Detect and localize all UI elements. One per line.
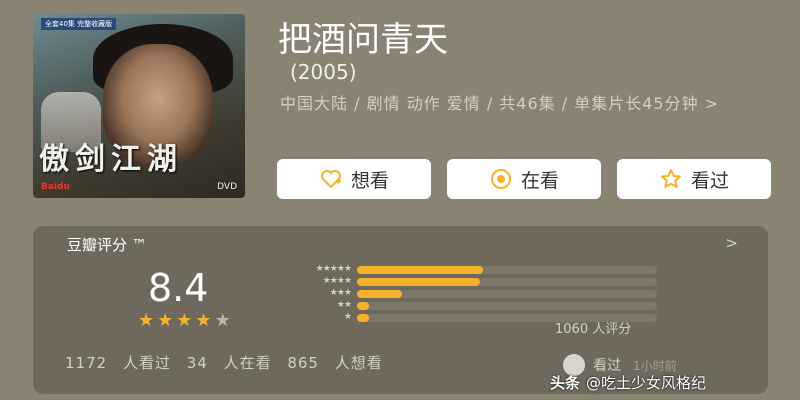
distribution-stars-label: ★ xyxy=(343,312,352,322)
distribution-bar-fill xyxy=(357,266,483,274)
watching-button[interactable]: 在看 xyxy=(447,159,601,199)
movie-title: 把酒问青天 xyxy=(278,20,448,60)
radio-dot-icon xyxy=(490,169,511,189)
rating-score: 8.4 xyxy=(148,266,209,310)
movie-year: (2005) xyxy=(290,60,357,84)
poster-dvd-label: DVD xyxy=(217,182,237,192)
watermark-brand: 头条 xyxy=(550,373,581,392)
rating-star-icon: ★ xyxy=(176,310,193,331)
poster-logo: Baidu xyxy=(41,182,70,192)
watched-label: 看过 xyxy=(690,169,729,192)
distribution-bar-fill xyxy=(357,290,402,298)
distribution-stars-label: ★★ xyxy=(336,300,352,310)
watch-stats: 1172 人看过 34 人在看 865 人想看 xyxy=(65,354,383,372)
distribution-stars-label: ★★★★★ xyxy=(315,264,352,274)
rating-star-icon: ★ xyxy=(157,310,174,331)
distribution-bar-fill xyxy=(357,302,369,310)
heart-plus-icon xyxy=(320,170,341,189)
watched-button[interactable]: 看过 xyxy=(617,159,771,199)
star-outline-icon xyxy=(660,169,681,188)
movie-poster[interactable]: 全套40集 完整收藏版 傲剑江湖 Baidu DVD xyxy=(33,14,245,198)
want-to-watch-label: 想看 xyxy=(350,169,389,192)
rating-star-icon: ★ xyxy=(195,310,212,331)
poster-calligraphy: 傲剑江湖 xyxy=(39,142,183,177)
distribution-bar-track xyxy=(357,266,657,274)
distribution-stars-label: ★★★ xyxy=(329,288,352,298)
distribution-bar-fill xyxy=(357,314,369,322)
rating-star-icon: ★ xyxy=(214,310,231,331)
distribution-bar-track xyxy=(357,290,657,298)
watching-label: 在看 xyxy=(520,169,559,192)
rating-stars: ★ ★ ★ ★ ★ xyxy=(138,312,231,330)
distribution-bar-track xyxy=(357,302,657,310)
want-to-watch-button[interactable]: 想看 xyxy=(277,159,431,199)
rating-count: 1060 人评分 xyxy=(555,322,632,337)
rating-star-icon: ★ xyxy=(138,310,155,331)
chevron-right-icon[interactable]: > xyxy=(725,234,738,252)
movie-meta[interactable]: 中国大陆 / 剧情 动作 爱情 / 共46集 / 单集片长45分钟 > xyxy=(280,92,760,116)
distribution-bar-fill xyxy=(357,278,480,286)
rating-card: 豆瓣评分 ™ > 8.4 ★ ★ ★ ★ ★ ★★★★★ ★★★★ ★★★ ★★ ★ 1060 … xyxy=(33,226,768,394)
distribution-stars-label: ★★★★ xyxy=(322,276,352,286)
rating-card-title: 豆瓣评分 ™ xyxy=(67,236,147,254)
watermark-author: @吃土少女风格纪 xyxy=(586,373,707,392)
action-buttons: 想看 在看 看过 xyxy=(277,159,771,199)
poster-badge: 全套40集 完整收藏版 xyxy=(41,18,117,30)
distribution-bar-track xyxy=(357,278,657,286)
watermark: 头条 @吃土少女风格纪 xyxy=(550,370,706,394)
